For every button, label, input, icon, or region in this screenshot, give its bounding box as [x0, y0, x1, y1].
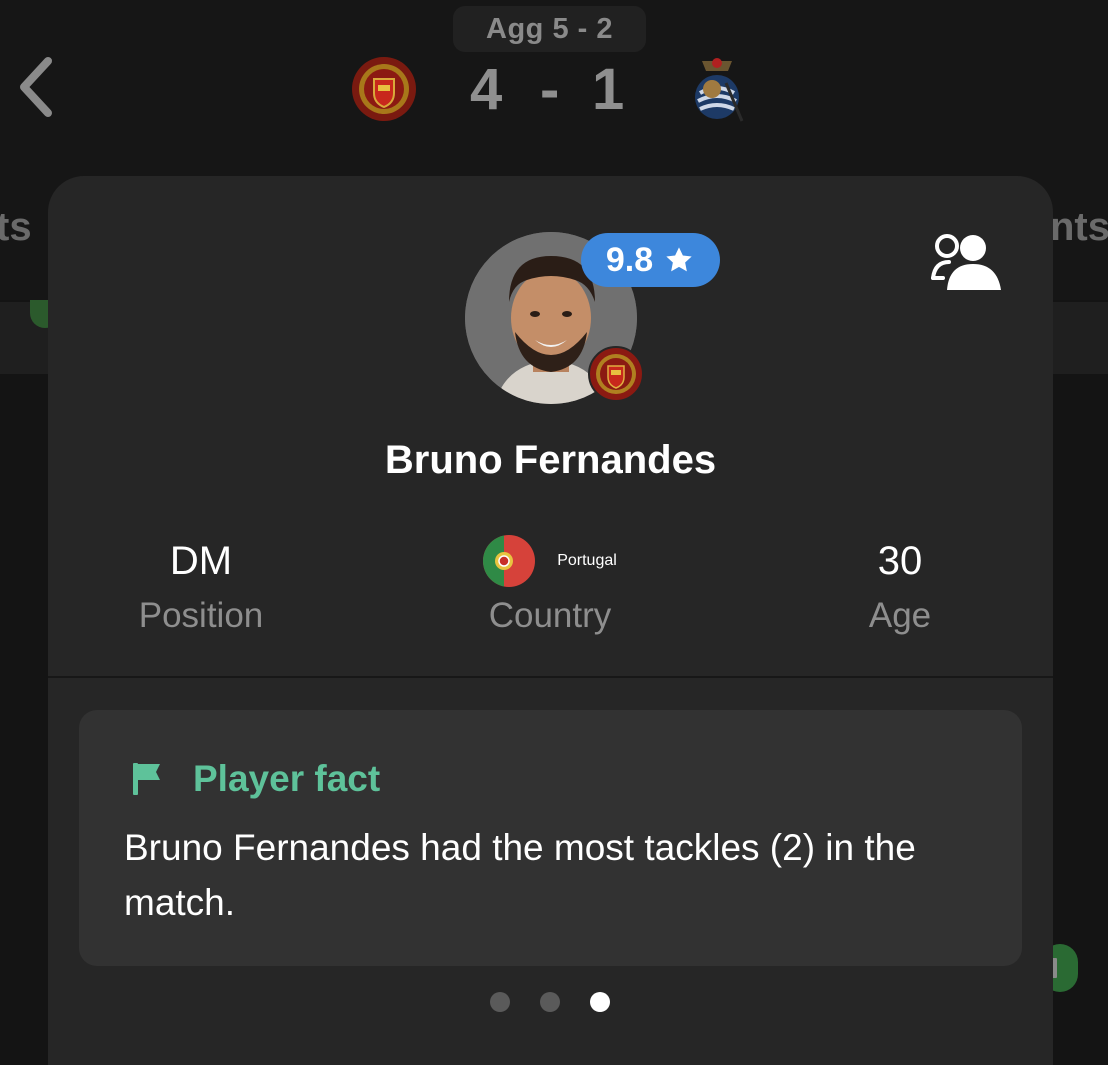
tab-right-partial[interactable]: nts	[1050, 205, 1108, 250]
away-team-crest-icon[interactable]	[686, 53, 748, 123]
card-divider	[48, 676, 1053, 678]
pager-dot[interactable]	[590, 992, 610, 1012]
match-screen: Agg 5 - 2 4 - 1 ts nts 9.8 Bruno Fernand…	[0, 0, 1108, 1065]
aggregate-score: Agg 5 - 2	[453, 6, 646, 52]
country-label: Country	[488, 596, 612, 635]
rating-value: 9.8	[605, 240, 654, 279]
away-score: 1	[592, 56, 625, 122]
player-fact-box: Player fact Bruno Fernandes had the most…	[79, 710, 1022, 966]
star-icon	[666, 247, 692, 272]
country-value: Portugal	[557, 552, 617, 569]
back-button[interactable]	[8, 50, 64, 124]
flag-icon	[133, 763, 160, 795]
club-crest-icon	[588, 346, 644, 402]
position-label: Position	[138, 596, 264, 635]
player-name: Bruno Fernandes	[384, 438, 717, 482]
stat-country[interactable]: Portugal Country	[422, 535, 678, 636]
fact-header: Player fact	[131, 758, 380, 800]
stat-position: DM Position	[98, 536, 304, 636]
fact-text: Bruno Fernandes had the most tackles (2)…	[124, 827, 916, 923]
pager-dots	[490, 992, 610, 1012]
pager-dot[interactable]	[490, 992, 510, 1012]
score-separator: -	[540, 56, 560, 122]
pager-dot[interactable]	[540, 992, 560, 1012]
chevron-left-icon	[20, 57, 52, 117]
player-rating-badge: 9.8	[581, 233, 720, 287]
portugal-flag-icon	[483, 535, 536, 587]
home-score: 4	[470, 56, 503, 122]
player-card: 9.8 Bruno Fernandes DM Position Portugal…	[48, 176, 1053, 1065]
age-label: Age	[868, 596, 932, 635]
position-value: DM	[169, 539, 233, 583]
age-value: 30	[877, 539, 923, 583]
compare-players-icon	[931, 234, 1001, 290]
tab-left-partial[interactable]: ts	[0, 205, 32, 250]
stat-age: 30 Age	[798, 536, 1002, 636]
home-team-crest-icon[interactable]	[350, 55, 418, 123]
compare-players-button[interactable]	[924, 230, 1008, 296]
fact-title: Player fact	[193, 758, 381, 799]
country-row: Portugal	[422, 535, 678, 587]
